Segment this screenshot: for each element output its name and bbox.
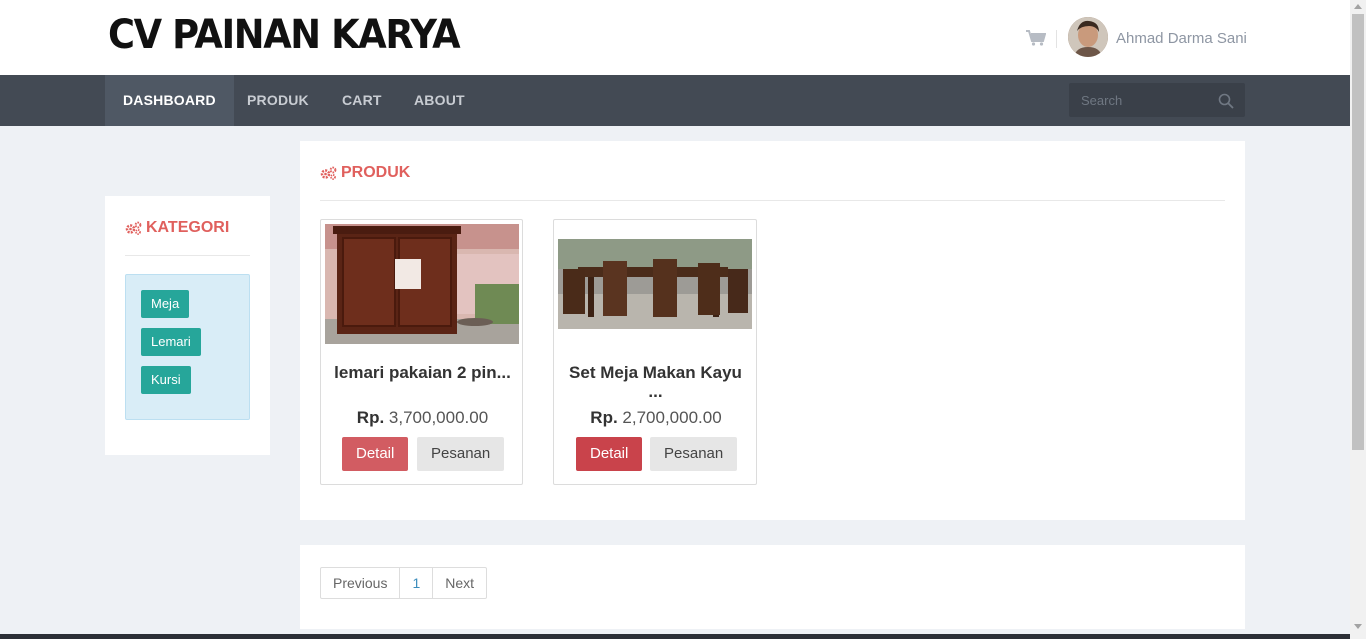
search-icon[interactable] [1218, 93, 1234, 109]
product-panel: PRODUK lemari pakaian 2 pin... Rp. 3,700… [300, 141, 1245, 520]
product-name[interactable]: Set Meja Makan Kayu ... [564, 363, 747, 401]
product-divider [320, 200, 1225, 201]
user-name[interactable]: Ahmad Darma Sani [1116, 30, 1247, 47]
site-header: CV PAINAN KARYA Ahmad Darma Sani [0, 0, 1350, 75]
category-title-text: KATEGORI [146, 219, 230, 236]
scroll-up-arrow-icon[interactable] [1354, 4, 1362, 9]
nav-dashboard[interactable]: DASHBOARD [105, 75, 234, 126]
previous-page-button[interactable]: Previous [321, 568, 401, 598]
category-kursi-button[interactable]: Kursi [141, 366, 191, 394]
category-list: Meja Lemari Kursi [125, 274, 250, 420]
pagination: Previous 1 Next [320, 567, 488, 599]
page-1-button[interactable]: 1 [400, 568, 434, 598]
price-currency: Rp. [356, 408, 385, 427]
category-meja-button[interactable]: Meja [141, 290, 190, 318]
price-value: 2,700,000.00 [622, 408, 722, 427]
order-button[interactable]: Pesanan [417, 437, 505, 471]
scroll-down-arrow-icon[interactable] [1354, 624, 1362, 629]
next-page-button[interactable]: Next [433, 568, 486, 598]
product-price: Rp. 2,700,000.00 [554, 408, 758, 428]
scroll-thumb[interactable] [1352, 14, 1364, 450]
category-divider [125, 255, 250, 256]
header-divider [1056, 30, 1057, 48]
product-title-text: PRODUK [341, 164, 411, 181]
user-avatar[interactable] [1068, 17, 1108, 57]
product-image-wardrobe[interactable] [325, 224, 519, 344]
detail-button[interactable]: Detail [576, 437, 643, 471]
product-image-dining-set[interactable] [558, 239, 752, 329]
category-title: KATEGORI [125, 219, 229, 237]
price-value: 3,700,000.00 [388, 408, 489, 427]
nav-cart[interactable]: CART [324, 75, 400, 126]
product-title: PRODUK [320, 164, 410, 182]
nav-produk[interactable]: PRODUK [229, 75, 327, 126]
product-card: Set Meja Makan Kayu ... Rp. 2,700,000.00… [553, 219, 757, 485]
gears-icon [125, 221, 142, 235]
pagination-panel: Previous 1 Next [300, 545, 1245, 629]
order-button[interactable]: Pesanan [650, 437, 738, 471]
gears-icon [320, 166, 337, 180]
bottom-strip [0, 634, 1350, 639]
vertical-scrollbar[interactable] [1350, 0, 1366, 639]
category-sidebar: KATEGORI Meja Lemari Kursi [105, 196, 270, 455]
search-box [1069, 83, 1245, 117]
product-name[interactable]: lemari pakaian 2 pin... [331, 363, 514, 382]
search-input[interactable] [1069, 83, 1209, 117]
product-price: Rp. 3,700,000.00 [321, 408, 524, 428]
nav-about[interactable]: ABOUT [396, 75, 483, 126]
category-lemari-button[interactable]: Lemari [141, 328, 201, 356]
detail-button[interactable]: Detail [342, 437, 409, 471]
product-card: lemari pakaian 2 pin... Rp. 3,700,000.00… [320, 219, 523, 485]
cart-icon[interactable] [1026, 30, 1046, 46]
price-currency: Rp. [590, 408, 618, 427]
brand-logo-text[interactable]: CV PAINAN KARYA [108, 12, 461, 58]
